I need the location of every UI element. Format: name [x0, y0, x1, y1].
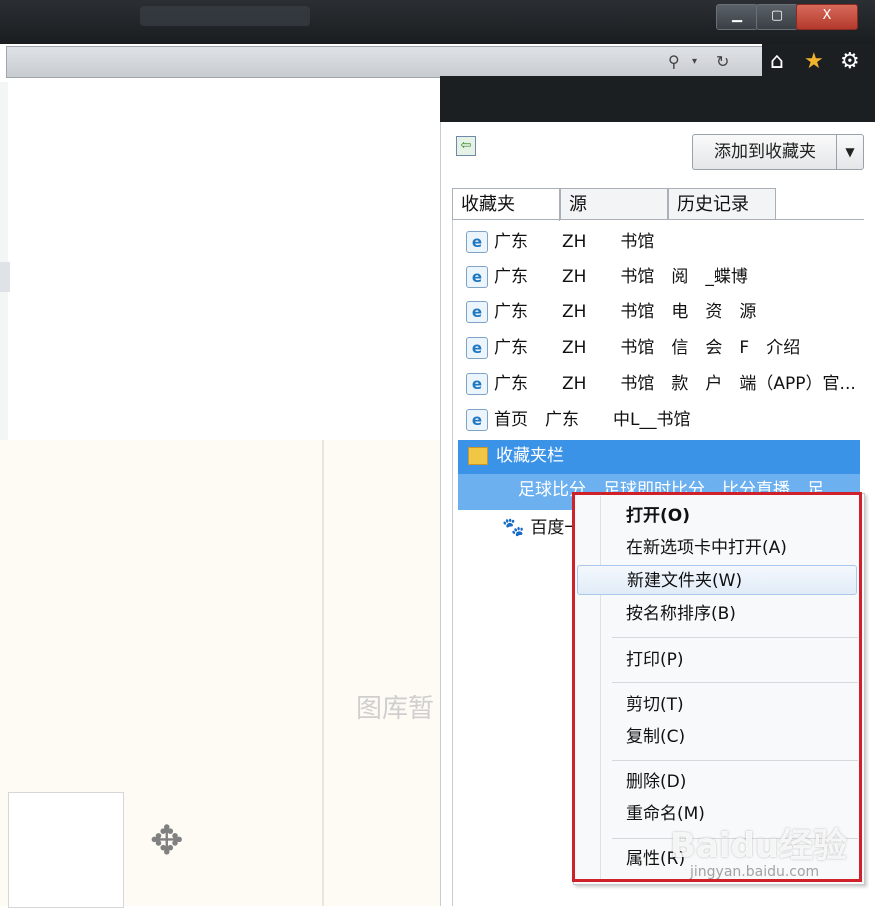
menu-item-delete[interactable]: 删除(D)	[614, 767, 858, 797]
watermark-url: jingyan.baidu.com	[690, 864, 820, 880]
list-item-label: 广东 ZH 书馆 款 户 端（APP）官...	[494, 374, 856, 394]
menu-item-sort-by-name[interactable]: 按名称排序(B)	[614, 599, 858, 629]
minimize-button[interactable]: ▁	[716, 4, 758, 30]
menu-item-open[interactable]: 打开(O)	[614, 501, 858, 531]
ie-page-icon: e	[466, 301, 488, 323]
ie-page-icon: e	[466, 231, 488, 253]
toolbar-strip	[440, 76, 875, 122]
list-item[interactable]: e 广东 ZH 书馆 阅 _蝶博	[462, 261, 862, 293]
refresh-icon[interactable]: ↻	[716, 50, 729, 74]
favorites-star-icon[interactable]: ★	[804, 48, 824, 76]
pin-pane-icon[interactable]: ⇦	[456, 136, 476, 156]
menu-item-open-new-tab[interactable]: 在新选项卡中打开(A)	[614, 533, 858, 563]
list-item[interactable]: e 广东 ZH 书馆	[462, 226, 862, 258]
folder-label: 收藏夹栏	[496, 446, 564, 466]
add-to-favorites-dropdown[interactable]: ▼	[836, 134, 864, 170]
content-edge-band	[0, 262, 10, 292]
list-item-label: 广东 ZH 书馆 电 资 源	[494, 302, 757, 322]
maximize-button[interactable]: ▢	[756, 4, 798, 30]
add-to-favorites-button[interactable]: 添加到收藏夹	[692, 134, 837, 170]
close-button[interactable]: X	[796, 4, 858, 30]
dropdown-icon[interactable]: ▾	[692, 50, 697, 74]
tab-feeds[interactable]: 源	[560, 188, 668, 220]
menu-separator	[612, 637, 858, 638]
tab-favorites[interactable]: 收藏夹	[452, 188, 560, 221]
blurred-title	[140, 6, 310, 26]
list-item-label: 广东 ZH 书馆	[494, 232, 655, 252]
baidu-paw-icon: 🐾	[502, 517, 525, 538]
web-content-top	[0, 82, 440, 442]
favorites-bar-folder[interactable]: 收藏夹栏	[458, 440, 860, 474]
list-item-label: 首页 广东 中L__书馆	[494, 410, 691, 430]
list-item-label: 广东 ZH 书馆 阅 _蝶博	[494, 267, 748, 287]
menu-item-copy[interactable]: 复制(C)	[614, 722, 858, 752]
list-item[interactable]: e 首页 广东 中L__书馆	[462, 404, 862, 436]
menu-gutter	[600, 496, 601, 880]
tab-history[interactable]: 历史记录	[668, 188, 776, 220]
menu-separator	[612, 760, 858, 761]
gear-icon[interactable]: ⚙	[840, 48, 860, 76]
list-item-label: 广东 ZH 书馆 信 会 F 介绍	[494, 338, 801, 358]
move-icon[interactable]: ✥	[150, 818, 184, 864]
menu-item-print[interactable]: 打印(P)	[614, 645, 858, 675]
menu-item-cut[interactable]: 剪切(T)	[614, 690, 858, 720]
content-box	[8, 792, 124, 908]
menu-item-new-folder[interactable]: 新建文件夹(W)	[577, 565, 857, 595]
baidu-jingyan-watermark: Baidu经验	[670, 826, 848, 866]
home-icon[interactable]: ⌂	[770, 48, 784, 76]
ie-page-icon: e	[466, 409, 488, 431]
ie-page-icon: e	[466, 373, 488, 395]
content-hint-text: 图库暂	[356, 694, 435, 724]
search-icon[interactable]: ⚲	[668, 50, 680, 74]
folder-icon	[468, 447, 488, 465]
list-item[interactable]: e 广东 ZH 书馆 电 资 源	[462, 296, 862, 328]
menu-separator	[612, 682, 858, 683]
ie-page-icon: e	[466, 337, 488, 359]
list-item[interactable]: e 广东 ZH 书馆 信 会 F 介绍	[462, 332, 862, 364]
list-item[interactable]: e 广东 ZH 书馆 款 户 端（APP）官...	[462, 368, 862, 400]
ie-page-icon: e	[466, 266, 488, 288]
address-bar[interactable]	[6, 46, 764, 78]
content-divider	[322, 440, 324, 906]
